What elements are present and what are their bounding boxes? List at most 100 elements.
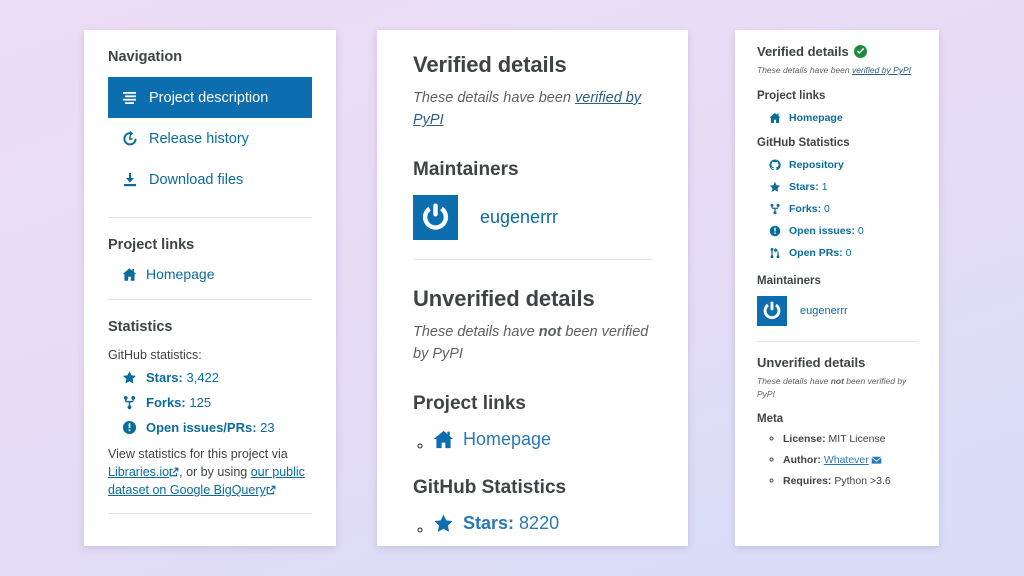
unverified-sub-pre: These details have [413, 323, 539, 340]
unverified-sub-bold: not [538, 323, 562, 340]
stat-label: Forks: [789, 202, 822, 215]
project-links-title: Project links [757, 89, 826, 102]
navigation-title: Navigation [108, 49, 183, 65]
envelope-icon [871, 454, 882, 464]
verified-by-pypi-link[interactable]: verified by PyPI [852, 65, 911, 75]
stat-stars: Stars: 3,422 [108, 370, 312, 385]
unverified-details-subtitle: These details have not been verified by … [413, 321, 652, 366]
middle-details-card: Verified details These details have been… [377, 30, 688, 546]
star-icon [433, 513, 454, 534]
verified-details-title: Verified details [757, 44, 849, 59]
sidebar-item-release-history[interactable]: Release history [108, 118, 312, 159]
right-details-card: Verified details These details have been… [735, 30, 939, 546]
maintainer-row[interactable]: eugenerrr [413, 194, 652, 240]
stat-value: 0 [857, 224, 864, 237]
unverified-details-subtitle: These details have not been verified by … [757, 375, 917, 401]
sidebar-item-label: Release history [149, 130, 249, 147]
maintainers-title: Maintainers [757, 274, 821, 287]
unverified-sub-pre: These details have [757, 375, 831, 386]
list-item: Stars: 8220 [433, 513, 652, 534]
stat-forks: Forks: 125 [108, 395, 312, 410]
fork-icon [122, 395, 137, 410]
stat-value: 3,422 [186, 370, 220, 385]
unverified-details-title: Unverified details [413, 285, 595, 311]
divider [413, 258, 652, 260]
exclamation-circle-icon [122, 420, 137, 435]
list-item: Requires: Python >3.6 [783, 474, 917, 489]
avatar [413, 194, 458, 240]
stat-label: Stars: [146, 370, 183, 385]
stat-value: 125 [189, 395, 212, 410]
divider [757, 340, 917, 342]
libraries-io-link[interactable]: Libraries.io [108, 465, 169, 479]
meta-title: Meta [757, 413, 784, 426]
home-icon [769, 112, 781, 124]
project-links-list: Homepage [413, 429, 652, 450]
home-icon [433, 429, 454, 450]
stat-label: Forks: [146, 395, 186, 410]
stat-open-issues: Open issues: 0 [757, 225, 917, 237]
project-links-title: Project links [108, 237, 195, 253]
footer-text-2: , or by using [179, 465, 251, 480]
exclamation-circle-icon [769, 225, 781, 237]
navigation-list: Project description Release history Down… [108, 77, 312, 200]
stat-value: 0 [845, 246, 852, 259]
stat-open-prs: Open PRs: 0 [757, 247, 917, 259]
download-icon [122, 172, 138, 188]
meta-key: Author: [783, 453, 821, 466]
verified-sub-text: These details have been [413, 90, 576, 106]
unverified-sub-bold: not [830, 375, 844, 386]
verified-details-title-row: Verified details [757, 44, 917, 59]
verified-details-title: Verified details [413, 52, 567, 77]
home-icon [122, 267, 137, 282]
author-link[interactable]: Whatever [824, 454, 869, 466]
left-sidebar-card: Navigation Project description Release h… [84, 30, 336, 546]
sidebar-item-download-files[interactable]: Download files [108, 159, 312, 200]
star-icon [122, 370, 137, 385]
divider [108, 299, 312, 300]
external-link-icon [169, 464, 179, 477]
homepage-link[interactable]: Homepage [463, 429, 551, 450]
unverified-details-title-row: Unverified details [757, 355, 917, 370]
statistics-footer-text: View statistics for this project via Lib… [108, 445, 312, 499]
meta-value: Python >3.6 [831, 474, 891, 487]
project-links-title: Project links [413, 392, 526, 414]
stat-label: Stars: [789, 180, 819, 193]
maintainer-name-link[interactable]: eugenerrr [480, 207, 558, 228]
homepage-link-row[interactable]: Homepage [108, 266, 312, 282]
homepage-link-row[interactable]: Homepage [757, 112, 917, 124]
meta-key: License: [783, 433, 826, 446]
maintainer-name-link[interactable]: eugenerrr [800, 305, 848, 317]
divider [108, 513, 312, 515]
avatar [757, 295, 787, 326]
repository-link[interactable]: Repository [789, 159, 844, 171]
meta-key: Requires: [783, 474, 832, 487]
list-item: Author: Whatever [783, 453, 917, 468]
meta-value: MIT License [825, 433, 886, 446]
github-statistics-list: Stars: 8220 [413, 513, 652, 534]
repository-link-row[interactable]: Repository [757, 159, 917, 171]
maintainer-row[interactable]: eugenerrr [757, 295, 917, 326]
stat-label: Open PRs: [789, 246, 843, 259]
stars-label: Stars: [463, 512, 515, 533]
stat-stars: Stars: 1 [757, 181, 917, 193]
github-statistics-title: GitHub Statistics [757, 136, 850, 149]
stars-value: 8220 [519, 512, 560, 533]
homepage-link[interactable]: Homepage [146, 266, 215, 282]
sidebar-item-project-description[interactable]: Project description [108, 77, 312, 118]
github-icon [769, 159, 781, 171]
list-item[interactable]: Homepage [433, 429, 652, 450]
verified-details-subtitle: These details have been verified by PyPI [413, 87, 652, 132]
github-statistics-note: GitHub statistics: [108, 348, 202, 362]
star-icon [769, 181, 781, 193]
pull-request-icon [769, 247, 781, 259]
stat-forks: Forks: 0 [757, 203, 917, 215]
verified-sub-text: These details have been [757, 65, 852, 75]
sidebar-item-label: Project description [149, 89, 269, 106]
statistics-title: Statistics [108, 319, 173, 335]
homepage-link[interactable]: Homepage [789, 112, 843, 124]
verified-details-subtitle: These details have been verified by PyPI [757, 64, 917, 77]
stat-open-issues-prs: Open issues/PRs: 23 [108, 420, 312, 435]
stat-value: 23 [260, 420, 275, 435]
fork-icon [769, 203, 781, 215]
